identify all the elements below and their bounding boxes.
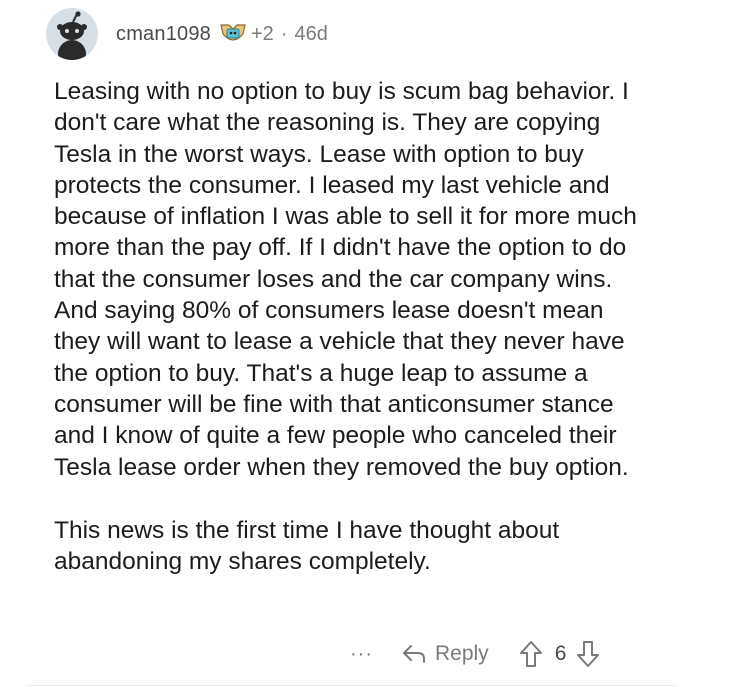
comment-body: Leasing with no option to buy is scum ba… <box>54 76 654 577</box>
divider <box>26 685 676 686</box>
comment: cman1098 +2 · 46d Leasing with no option… <box>0 0 750 687</box>
comment-actions: ··· Reply 6 <box>350 636 600 672</box>
reply-arrow-icon <box>402 645 425 663</box>
reply-label: Reply <box>434 642 489 665</box>
comment-paragraph: This news is the first time I have thoug… <box>54 516 560 576</box>
award-count[interactable]: +2 <box>251 23 274 46</box>
achievement-trophy-icon[interactable] <box>219 22 247 46</box>
avatar[interactable] <box>46 8 98 60</box>
comment-header: cman1098 +2 · 46d <box>46 8 328 60</box>
more-options-button[interactable]: ··· <box>350 644 373 664</box>
snoo-avatar-icon <box>57 11 87 60</box>
meta-separator: · <box>280 22 288 45</box>
vote-controls: 6 <box>519 640 601 668</box>
vote-score: 6 <box>554 642 567 665</box>
comment-paragraph: Leasing with no option to buy is scum ba… <box>54 78 637 481</box>
username[interactable]: cman1098 <box>116 23 211 46</box>
comment-age: 46d <box>294 22 328 45</box>
reply-button[interactable]: Reply <box>401 642 489 666</box>
downvote-arrow-icon[interactable] <box>576 640 600 668</box>
upvote-arrow-icon[interactable] <box>519 640 543 668</box>
